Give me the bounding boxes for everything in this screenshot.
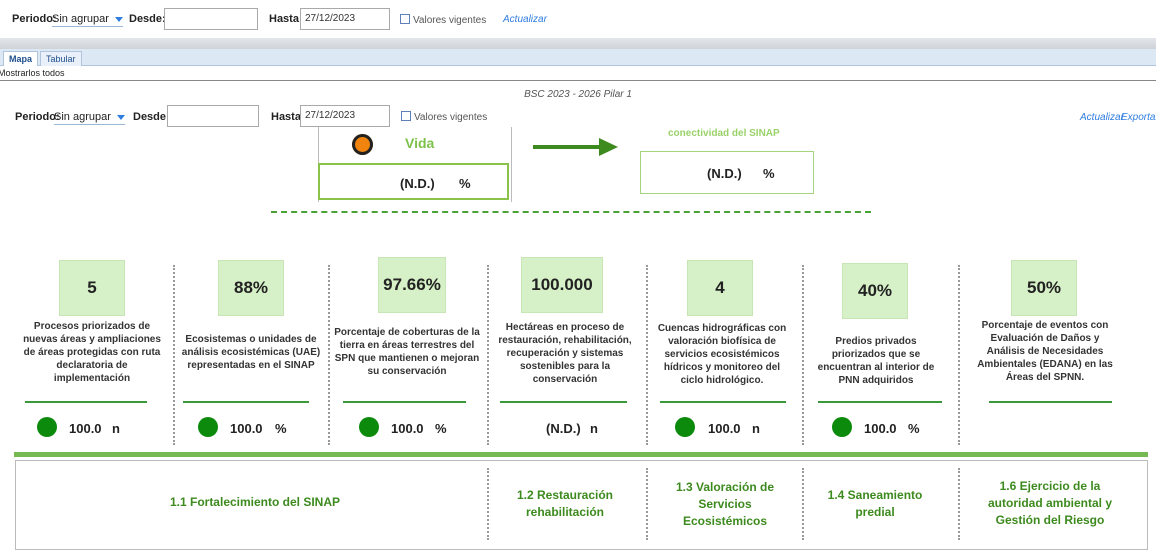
kpi-underline: [183, 401, 309, 403]
status-dot: [198, 417, 218, 437]
kpi-separator: [646, 265, 648, 445]
kpi-separator: [173, 265, 175, 445]
kpi-value-box[interactable]: 50%: [1012, 261, 1076, 315]
pillar-separator: [958, 468, 960, 540]
pillar-bar: [14, 452, 1148, 457]
inner-desde-label: Desde:: [133, 111, 170, 123]
pillar-1-6[interactable]: 1.6 Ejercicio de la autoridad ambiental …: [975, 478, 1125, 529]
kpi-underline: [818, 401, 942, 403]
hasta-input[interactable]: 27/12/2023: [300, 8, 390, 30]
pillar-separator: [646, 468, 648, 540]
status-dot: [37, 417, 57, 437]
kpi-unit: %: [435, 421, 447, 436]
inner-desde-input[interactable]: [167, 105, 259, 127]
kpi-unit: n: [112, 421, 120, 436]
pillar-1-2[interactable]: 1.2 Restauración rehabilitación: [500, 487, 630, 521]
pillar-1-3[interactable]: 1.3 Valoración de Servicios Ecosistémico…: [660, 479, 790, 530]
status-dot: [359, 417, 379, 437]
checkbox-icon: [401, 111, 411, 121]
kpi-description: Porcentaje de eventos con Evaluación de …: [977, 320, 1113, 383]
hasta-label: Hasta:: [269, 13, 303, 25]
vigentes-label: Valores vigentes: [413, 15, 487, 26]
chevron-down-icon: [116, 114, 125, 120]
kpi-result: (N.D.): [546, 421, 581, 436]
report-title: BSC 2023 - 2026 Pilar 1: [524, 89, 632, 100]
tab-bar: Mapa Tabular: [0, 49, 1156, 66]
kpi-description: Procesos priorizados de nuevas áreas y a…: [23, 321, 161, 384]
kpi-underline: [989, 401, 1112, 403]
toolbar-strip: [0, 38, 1156, 49]
dashed-divider: [271, 211, 871, 213]
inner-vigentes-checkbox[interactable]: Valores vigentes: [401, 111, 487, 123]
kpi-value-box[interactable]: 4: [688, 261, 752, 315]
period-label: Periodo:: [12, 13, 57, 25]
kpi-description: Predios privados priorizados que se encu…: [817, 336, 935, 386]
kpi-separator: [802, 265, 804, 445]
inner-vigentes-label: Valores vigentes: [414, 112, 488, 123]
inner-period-value: Sin agrupar: [54, 111, 111, 123]
top-filter-bar: Periodo: Sin agrupar Desde: Hasta: 27/12…: [0, 0, 1156, 38]
kpi-result: 100.0: [69, 421, 102, 436]
inner-period-select[interactable]: Sin agrupar: [54, 111, 125, 125]
kpi-value-box[interactable]: 97.66%: [379, 258, 445, 312]
kpi-underline: [660, 401, 786, 403]
kpi-underline: [25, 401, 147, 403]
objective-left-unit: %: [459, 176, 471, 191]
kpi-description: Ecosistemas o unidades de análisis ecosi…: [181, 334, 321, 371]
objective-right-unit: %: [763, 166, 775, 181]
chevron-down-icon: [114, 16, 123, 22]
pillar-1-4[interactable]: 1.4 Saneamiento predial: [815, 487, 935, 521]
objective-left-title: Vida: [405, 135, 435, 151]
inner-hasta-input[interactable]: 27/12/2023: [300, 105, 390, 127]
tab-mapa[interactable]: Mapa: [3, 51, 39, 66]
kpi-result: 100.0: [230, 421, 263, 436]
inner-period-label: Periodo:: [15, 111, 60, 123]
kpi-unit: %: [908, 421, 920, 436]
arrow-right-icon: [533, 138, 618, 156]
actualizar-link[interactable]: Actualizar: [503, 14, 547, 25]
pillar-1-1[interactable]: 1.1 Fortalecimiento del SINAP: [150, 494, 360, 511]
status-dot: [832, 417, 852, 437]
kpi-result: 100.0: [391, 421, 424, 436]
status-dot: [675, 417, 695, 437]
kpi-value-box[interactable]: 40%: [843, 264, 907, 318]
tab-tabular[interactable]: Tabular: [40, 51, 82, 66]
header-divider: [0, 80, 1156, 81]
inner-exportar-link[interactable]: Exportar: [1121, 112, 1156, 123]
desde-label: Desde:: [129, 13, 166, 25]
kpi-unit: n: [590, 421, 598, 436]
kpi-description: Hectáreas en proceso de restauración, re…: [498, 322, 632, 385]
kpi-separator: [328, 265, 330, 445]
kpi-underline: [343, 401, 466, 403]
kpi-unit: %: [275, 421, 287, 436]
kpi-value-box[interactable]: 88%: [219, 261, 283, 315]
period-select-value: Sin agrupar: [52, 13, 109, 25]
objective-right-title: conectividad del SINAP: [668, 128, 780, 139]
kpi-description: Porcentaje de coberturas de la tierra en…: [334, 327, 480, 377]
kpi-result: 100.0: [864, 421, 897, 436]
period-select[interactable]: Sin agrupar: [52, 13, 123, 27]
kpi-unit: n: [752, 421, 760, 436]
inner-actualizar-link[interactable]: Actualizar: [1080, 112, 1124, 123]
kpi-separator: [487, 265, 489, 445]
show-all-link[interactable]: Mostrarlos todos: [0, 68, 65, 78]
desde-input[interactable]: [164, 8, 258, 30]
kpi-value-box[interactable]: 100.000: [522, 258, 602, 312]
kpi-value-box[interactable]: 5: [60, 261, 124, 315]
kpi-result: 100.0: [708, 421, 741, 436]
kpi-description: Cuencas hidrográficas con valoración bio…: [657, 323, 787, 386]
kpi-separator: [958, 265, 960, 445]
kpi-underline: [500, 401, 627, 403]
pillar-separator: [802, 468, 804, 540]
checkbox-icon: [400, 14, 410, 24]
vigentes-checkbox[interactable]: Valores vigentes: [400, 14, 486, 26]
pillar-separator: [487, 468, 489, 540]
status-gauge-icon: [352, 134, 373, 155]
objective-right-value: (N.D.): [707, 166, 742, 181]
objective-left-value: (N.D.): [400, 176, 435, 191]
